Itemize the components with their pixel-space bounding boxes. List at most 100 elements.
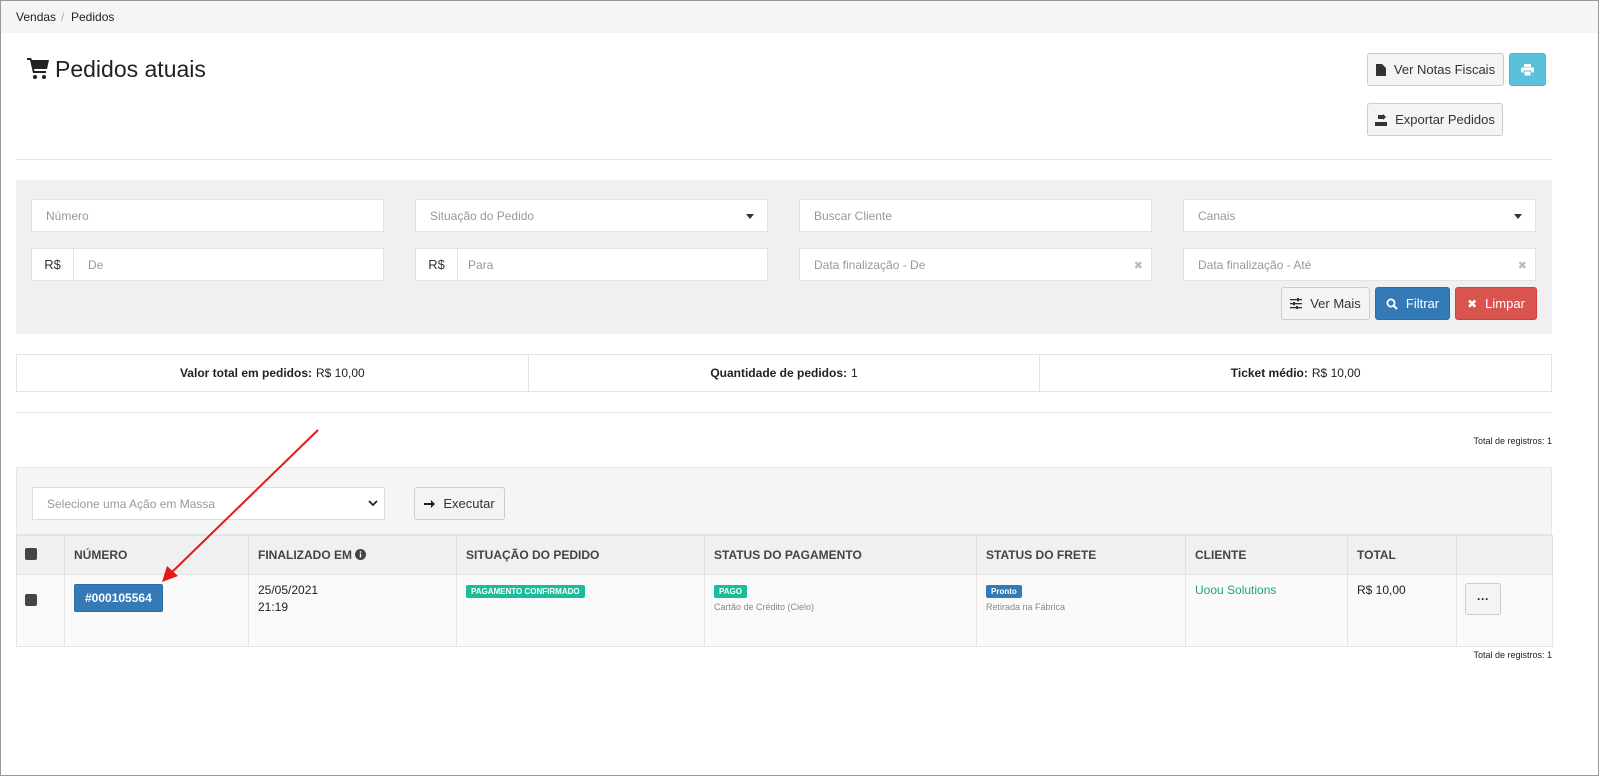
exportar-pedidos-button[interactable]: Exportar Pedidos xyxy=(1367,103,1503,136)
valor-de-placeholder: De xyxy=(88,257,104,272)
table-header-row: NÚMERO FINALIZADO EM SITUAÇÃO DO PEDIDO … xyxy=(16,535,1553,575)
close-icon: ✖ xyxy=(1467,296,1478,311)
header-actions xyxy=(1456,535,1553,575)
data-de-placeholder: Data finalização - De xyxy=(814,257,926,272)
ticket-value: R$ 10,00 xyxy=(1311,366,1361,380)
cliente-link[interactable]: Uoou Solutions xyxy=(1195,583,1276,597)
data-ate-placeholder: Data finalização - Até xyxy=(1198,257,1312,272)
numero-placeholder: Número xyxy=(46,208,89,223)
header-total[interactable]: TOTAL xyxy=(1347,535,1457,575)
breadcrumb-vendas[interactable]: Vendas xyxy=(16,10,56,24)
currency-addon: R$ xyxy=(32,249,74,280)
ticket-stat: Ticket médio: R$ 10,00 xyxy=(1040,355,1551,391)
actions-cell: ··· xyxy=(1456,574,1553,647)
mass-action-bar: Selecione uma Ação em Massa Executar xyxy=(16,467,1552,535)
limpar-button[interactable]: ✖ Limpar xyxy=(1455,287,1537,320)
pagamento-cell: PAGO Cartão de Crédito (Cielo) xyxy=(704,574,977,647)
caret-down-icon xyxy=(746,214,754,219)
header-situacao[interactable]: SITUAÇÃO DO PEDIDO xyxy=(456,535,705,575)
canais-placeholder: Canais xyxy=(1198,208,1236,223)
filter-panel: Número Situação do Pedido Buscar Cliente… xyxy=(16,180,1552,334)
info-icon[interactable] xyxy=(355,549,367,560)
data-de-input[interactable]: Data finalização - De ✖ xyxy=(799,248,1152,281)
shopping-cart-icon xyxy=(27,58,49,79)
select-all-checkbox[interactable] xyxy=(25,547,37,560)
buscar-cliente-input[interactable]: Buscar Cliente xyxy=(799,199,1152,232)
row-checkbox[interactable] xyxy=(25,594,37,606)
table-row[interactable]: #000105564 25/05/2021 21:19 PAGAMENTO CO… xyxy=(16,574,1553,647)
divider xyxy=(16,412,1552,413)
ver-notas-fiscais-label: Ver Notas Fiscais xyxy=(1393,62,1496,77)
more-actions-button[interactable]: ··· xyxy=(1465,583,1501,615)
executar-button[interactable]: Executar xyxy=(414,487,505,520)
numero-input[interactable]: Número xyxy=(31,199,384,232)
clear-icon[interactable]: ✖ xyxy=(1518,259,1527,272)
mass-action-select[interactable]: Selecione uma Ação em Massa xyxy=(32,487,385,520)
header-finalizado-label: FINALIZADO EM xyxy=(258,548,352,562)
breadcrumb-separator: / xyxy=(61,10,65,24)
finalizado-cell: 25/05/2021 21:19 xyxy=(248,574,457,647)
order-date: 25/05/2021 xyxy=(258,583,319,597)
canais-select[interactable]: Canais xyxy=(1183,199,1536,232)
valor-para-input[interactable]: R$ Para xyxy=(415,248,768,281)
export-icon xyxy=(1375,113,1388,126)
sliders-icon xyxy=(1290,298,1303,309)
order-number-button[interactable]: #000105564 xyxy=(74,584,163,612)
quantidade-stat: Quantidade de pedidos: 1 xyxy=(529,355,1041,391)
pagamento-badge: PAGO xyxy=(714,585,747,598)
valor-de-input[interactable]: R$ De xyxy=(31,248,384,281)
currency-addon: R$ xyxy=(416,249,458,280)
header-pagamento[interactable]: STATUS DO PAGAMENTO xyxy=(704,535,977,575)
divider xyxy=(16,159,1552,160)
pagamento-metodo: Cartão de Crédito (Cielo) xyxy=(714,602,815,612)
frete-cell: Pronto Retirada na Fábrica xyxy=(976,574,1186,647)
page-title: Pedidos atuais xyxy=(55,56,206,82)
frete-badge: Pronto xyxy=(986,585,1022,598)
exportar-pedidos-label: Exportar Pedidos xyxy=(1395,112,1495,127)
mass-action-placeholder: Selecione uma Ação em Massa xyxy=(47,496,216,511)
header-frete[interactable]: STATUS DO FRETE xyxy=(976,535,1186,575)
ver-mais-label: Ver Mais xyxy=(1310,296,1361,311)
header-numero[interactable]: NÚMERO xyxy=(64,535,249,575)
clear-icon[interactable]: ✖ xyxy=(1134,259,1143,272)
file-icon xyxy=(1375,63,1386,76)
valor-total-stat: Valor total em pedidos: R$ 10,00 xyxy=(17,355,529,391)
ver-mais-button[interactable]: Ver Mais xyxy=(1281,287,1370,320)
data-ate-input[interactable]: Data finalização - Até ✖ xyxy=(1183,248,1536,281)
summary-stats: Valor total em pedidos: R$ 10,00 Quantid… xyxy=(16,354,1552,392)
situacao-select[interactable]: Situação do Pedido xyxy=(415,199,768,232)
breadcrumb: Vendas / Pedidos xyxy=(1,1,1598,33)
arrow-right-icon xyxy=(424,499,436,508)
header-finalizado[interactable]: FINALIZADO EM xyxy=(248,535,457,575)
search-icon xyxy=(1386,298,1398,310)
printer-icon xyxy=(1521,63,1534,76)
filtrar-label: Filtrar xyxy=(1405,296,1440,311)
situacao-cell: PAGAMENTO CONFIRMADO xyxy=(456,574,705,647)
situacao-placeholder: Situação do Pedido xyxy=(430,208,535,223)
total-registros-bottom: Total de registros: 1 xyxy=(1473,650,1552,660)
breadcrumb-pedidos: Pedidos xyxy=(71,10,115,24)
ver-notas-fiscais-button[interactable]: Ver Notas Fiscais xyxy=(1367,53,1504,86)
ticket-label: Ticket médio: xyxy=(1230,366,1308,380)
valor-total-label: Valor total em pedidos: xyxy=(179,366,312,380)
total-cell: R$ 10,00 xyxy=(1347,574,1457,647)
total-registros-top: Total de registros: 1 xyxy=(1473,436,1552,446)
order-time: 21:19 xyxy=(258,600,289,614)
cliente-placeholder: Buscar Cliente xyxy=(814,208,893,223)
orders-table: NÚMERO FINALIZADO EM SITUAÇÃO DO PEDIDO … xyxy=(16,535,1553,647)
frete-metodo: Retirada na Fábrica xyxy=(986,602,1066,612)
executar-label: Executar xyxy=(443,496,495,511)
row-select-cell xyxy=(16,574,65,647)
filtrar-button[interactable]: Filtrar xyxy=(1375,287,1450,320)
header-cliente[interactable]: CLIENTE xyxy=(1185,535,1348,575)
situacao-badge: PAGAMENTO CONFIRMADO xyxy=(466,585,585,598)
quantidade-label: Quantidade de pedidos: xyxy=(710,366,847,380)
print-button[interactable] xyxy=(1509,53,1546,86)
limpar-label: Limpar xyxy=(1485,296,1525,311)
select-all-cell xyxy=(16,535,65,575)
valor-para-placeholder: Para xyxy=(468,257,494,272)
quantidade-value: 1 xyxy=(851,366,858,380)
chevron-down-icon xyxy=(368,500,378,507)
cliente-cell: Uoou Solutions xyxy=(1185,574,1348,647)
caret-down-icon xyxy=(1514,214,1522,219)
